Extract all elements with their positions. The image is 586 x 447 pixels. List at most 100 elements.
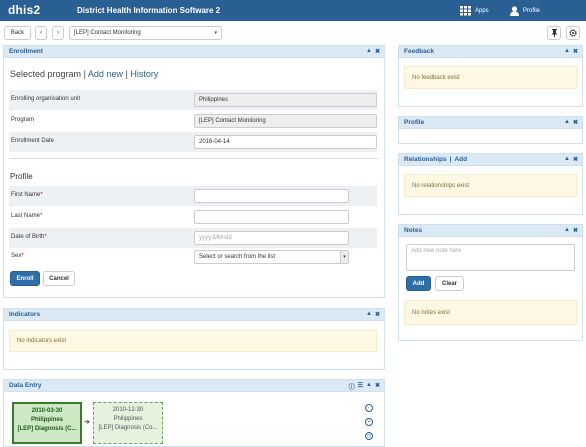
enrollment-date-row: Enrollment Date 2016-04-14 (9, 132, 377, 152)
separator: | (125, 69, 128, 79)
close-icon[interactable]: ✖ (375, 311, 380, 318)
close-icon[interactable]: ✖ (573, 156, 578, 163)
clear-note-button[interactable]: Clear (435, 276, 464, 291)
indicators-empty-message: No indicators exist (9, 330, 377, 352)
enrollment-title: Enrollment (9, 48, 43, 55)
notes-header: Notes ▲ ✖ (399, 225, 582, 237)
add-new-link[interactable]: Add new (88, 69, 123, 79)
feedback-title: Feedback (404, 48, 434, 55)
feedback-empty-message: No feedback exist (404, 66, 577, 89)
pin-button[interactable] (547, 26, 561, 40)
dob-input[interactable]: yyyy-MM-dd (194, 231, 349, 245)
sex-label: Sex* (11, 253, 24, 259)
program-label: Program (11, 117, 35, 123)
first-name-label: First Name* (11, 192, 43, 198)
sex-select-placeholder: Select or search from the list (199, 254, 276, 260)
profile-widget-title: Profile (404, 119, 425, 126)
chevron-up-icon[interactable]: ▲ (564, 48, 570, 55)
app-title: District Health Information Software 2 (77, 6, 221, 15)
org-unit-label: Enrolling organisation unit (11, 96, 81, 102)
clock-icon[interactable]: ◷ (365, 432, 373, 440)
program-row: Program [LEP] Contact Monitoring (9, 111, 377, 131)
notes-empty-message: No notes exist (404, 300, 577, 325)
event-date: 2010-12-30 (112, 407, 144, 413)
grid-icon (460, 5, 471, 15)
program-field: [LEP] Contact Monitoring (194, 114, 377, 128)
event-org: Philippines (30, 417, 63, 423)
top-bar: dhis2 District Health Information Softwa… (0, 0, 586, 21)
chevron-left-icon[interactable]: ‹ (365, 404, 373, 412)
add-relationship-link[interactable]: Add (454, 156, 467, 163)
enrollment-date-label: Enrollment Date (11, 138, 55, 144)
settings-button[interactable] (566, 26, 580, 40)
chevron-up-icon[interactable]: ▲ (564, 119, 570, 126)
data-entry-title: Data Entry (9, 382, 42, 389)
dob-row: Date of Birth* yyyy-MM-dd (9, 228, 377, 248)
back-button[interactable]: Back (4, 26, 31, 40)
apps-menu[interactable]: Apps (460, 4, 489, 17)
chevron-up-icon[interactable]: ▲ (366, 48, 372, 55)
profile-label: Profile (523, 7, 541, 14)
relationships-empty-message: No relationships exist (404, 174, 577, 197)
chevron-down-icon: ▾ (214, 30, 217, 36)
chevron-up-icon[interactable]: ▲ (564, 156, 570, 163)
org-unit-field: Philippines (194, 93, 377, 107)
chevron-down-icon: ▾ (340, 251, 348, 263)
data-entry-header: Data Entry ⓘ ☰ ▲ ✖ (4, 380, 384, 392)
last-name-label: Last Name* (11, 213, 43, 219)
close-icon[interactable]: ✖ (573, 227, 578, 234)
close-icon[interactable]: ✖ (375, 48, 380, 55)
feedback-header: Feedback ▲ ✖ (399, 46, 582, 58)
close-icon[interactable]: ✖ (573, 48, 578, 55)
cancel-button[interactable]: Cancel (43, 271, 75, 286)
event-org: Philippines (113, 416, 143, 422)
relationships-title: Relationships (404, 156, 447, 163)
dob-label: Date of Birth* (11, 234, 47, 240)
profile-panel: Profile ▲ ✖ (398, 116, 583, 144)
selected-program-label: Selected program (10, 69, 82, 79)
separator: | (449, 156, 452, 163)
notes-title: Notes (404, 227, 423, 234)
sex-select[interactable]: Select or search from the list ▾ (194, 250, 349, 264)
profile-menu[interactable]: Profile (510, 4, 540, 17)
chevron-up-icon[interactable]: ▲ (366, 382, 372, 391)
note-textarea[interactable]: Add new note here (406, 244, 575, 271)
gear-icon (569, 29, 577, 37)
first-name-row: First Name* (9, 186, 377, 206)
first-name-input[interactable] (194, 189, 349, 203)
last-name-row: Last Name* (9, 207, 377, 227)
last-name-input[interactable] (194, 210, 349, 224)
dhis2-logo[interactable]: dhis2 (8, 3, 40, 17)
program-select-value: [LEP] Contact Monitoring (74, 30, 141, 36)
divider (10, 158, 378, 159)
event-card[interactable]: 2010-12-30 Philippines [LEP] Diagnosis (… (93, 402, 163, 444)
chevron-up-icon[interactable]: ▲ (366, 311, 372, 318)
close-icon[interactable]: ✖ (375, 382, 380, 391)
relationships-header: Relationships | Add ▲ ✖ (399, 154, 582, 166)
enroll-button[interactable]: Enroll (10, 271, 40, 286)
program-select[interactable]: [LEP] Contact Monitoring ▾ (69, 26, 222, 40)
enrollment-date-input[interactable]: 2016-04-14 (194, 135, 377, 149)
enrollment-header: Enrollment ▲ ✖ (4, 46, 384, 58)
add-note-button[interactable]: Add (406, 276, 431, 291)
apps-label: Apps (475, 7, 489, 14)
event-stage: [LEP] Diagnosis (C... (17, 426, 77, 432)
enrollment-heading: Selected program | Add new | History (10, 69, 158, 79)
history-link[interactable]: History (130, 69, 158, 79)
list-icon[interactable]: ☰ (358, 382, 363, 391)
previous-button[interactable]: ‹ (35, 26, 47, 40)
event-card-active[interactable]: 2010-03-30 Philippines [LEP] Diagnosis (… (12, 402, 82, 444)
info-icon[interactable]: ⓘ (349, 382, 355, 391)
indicators-title: Indicators (9, 311, 41, 318)
org-unit-row: Enrolling organisation unit Philippines (9, 90, 377, 110)
pin-icon (551, 29, 557, 37)
sex-row: Sex* Select or search from the list ▾ (9, 247, 377, 267)
plus-icon[interactable]: + (365, 418, 373, 426)
chevron-up-icon[interactable]: ▲ (564, 227, 570, 234)
user-icon (510, 5, 519, 16)
next-button[interactable]: › (52, 26, 64, 40)
event-date: 2010-03-30 (31, 408, 63, 414)
event-stage: [LEP] Diagnosis (Co... (98, 425, 158, 431)
separator: | (83, 69, 86, 79)
close-icon[interactable]: ✖ (573, 119, 578, 126)
